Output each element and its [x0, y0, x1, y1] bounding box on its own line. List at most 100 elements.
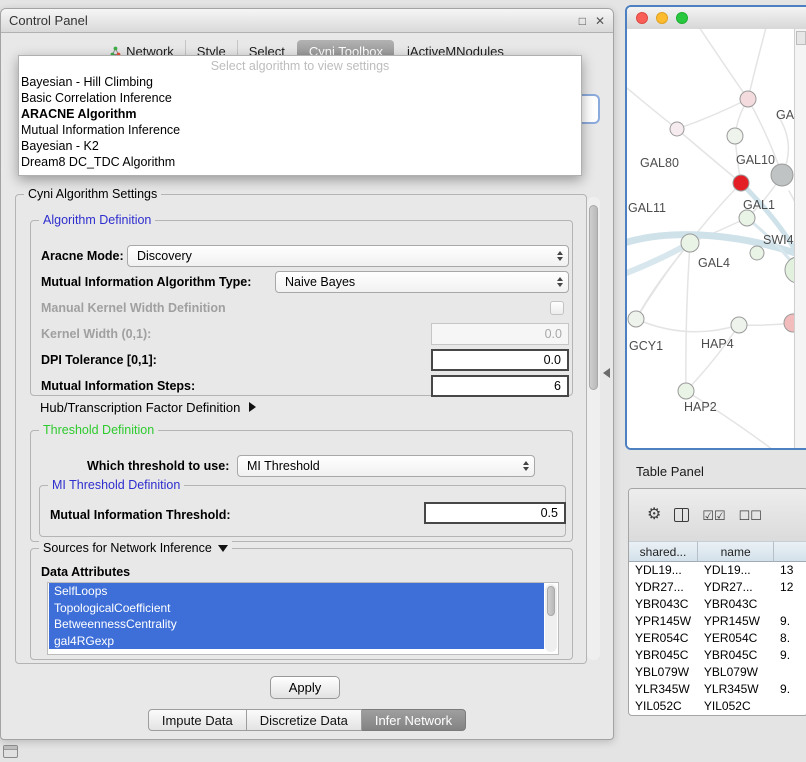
attribute-item-gal4rgexp[interactable]: gal4RGexp: [49, 633, 544, 650]
network-edge[interactable]: [748, 29, 767, 99]
mi-type-label: Mutual Information Algorithm Type:: [41, 271, 251, 293]
table-cell: YBR045C: [698, 647, 774, 664]
deselect-all-icon[interactable]: ☐☐: [739, 509, 762, 522]
column-header-col2[interactable]: [774, 541, 806, 562]
settings-scrollbar-thumb[interactable]: [589, 205, 598, 390]
table-row[interactable]: YBR043CYBR043C: [629, 596, 806, 613]
zoom-window-icon[interactable]: [676, 12, 688, 24]
table-row[interactable]: YLR345WYLR345W9.: [629, 681, 806, 698]
network-node[interactable]: [740, 91, 756, 107]
table-cell: YER054C: [629, 630, 698, 647]
network-canvas[interactable]: GAL8GAL80GAL10GAL11GAL1SWI4GAL4GCY1HAP4Y…: [627, 29, 806, 448]
table-cell: 9.: [774, 647, 806, 664]
close-window-icon[interactable]: ✕: [595, 14, 605, 28]
hub-definition-toggle[interactable]: Hub/Transcription Factor Definition: [40, 398, 256, 416]
attributes-list[interactable]: SelfLoopsTopologicalCoefficientBetweenne…: [47, 582, 559, 655]
splitter-collapse-icon[interactable]: [603, 368, 610, 378]
mi-threshold-label: Mutual Information Threshold:: [50, 504, 231, 526]
table-toolbar: ⚙ ☑☑ ☐☐: [629, 489, 806, 542]
table-cell: [774, 664, 806, 681]
table-row[interactable]: YBL079WYBL079W: [629, 664, 806, 681]
table-header-row: shared...name: [629, 541, 806, 562]
bottom-tab-impute-data[interactable]: Impute Data: [148, 709, 247, 731]
mi-threshold-field[interactable]: 0.5: [424, 502, 566, 524]
network-edge[interactable]: [741, 183, 795, 274]
network-window-titlebar[interactable]: [627, 7, 806, 30]
dropdown-item-list: Bayesian - Hill ClimbingBasic Correlatio…: [19, 74, 581, 170]
aracne-mode-combobox[interactable]: Discovery: [127, 245, 569, 267]
list-scrollbar[interactable]: [545, 584, 557, 652]
network-edge[interactable]: [627, 84, 677, 129]
kernel-width-field[interactable]: 0.0: [431, 323, 569, 345]
network-node[interactable]: [750, 246, 764, 260]
network-edge[interactable]: [636, 319, 739, 332]
kernel-width-label: Kernel Width (0,1):: [41, 323, 151, 345]
bottom-tabstrip: Impute DataDiscretize DataInfer Network: [1, 709, 613, 731]
network-scrollbar-button[interactable]: [796, 31, 806, 45]
float-window-icon[interactable]: □: [579, 14, 586, 28]
minimize-window-icon[interactable]: [656, 12, 668, 24]
sources-group-title: Sources for Network Inference: [43, 541, 212, 555]
column-visibility-icon[interactable]: [674, 508, 689, 522]
table-cell: YBR043C: [629, 596, 698, 613]
table-cell: [774, 596, 806, 613]
table-row[interactable]: YPR145WYPR145W9.: [629, 613, 806, 630]
mi-steps-field[interactable]: 6: [431, 375, 569, 397]
network-node[interactable]: [628, 311, 644, 327]
network-node[interactable]: [727, 128, 743, 144]
algorithm-option-basic-correlation-inference[interactable]: Basic Correlation Inference: [19, 90, 581, 106]
attribute-item-betweennesscentrality[interactable]: BetweennessCentrality: [49, 616, 544, 633]
network-node[interactable]: [670, 122, 684, 136]
apply-button[interactable]: Apply: [270, 676, 340, 699]
column-header-shared[interactable]: shared...: [629, 541, 698, 562]
network-node[interactable]: [678, 383, 694, 399]
network-edge[interactable]: [627, 243, 690, 275]
attribute-item-topologicalcoefficient[interactable]: TopologicalCoefficient: [49, 600, 544, 617]
network-node[interactable]: [771, 164, 793, 186]
table-row[interactable]: YIL052CYIL052C: [629, 698, 806, 715]
settings-scrollbar[interactable]: [587, 197, 600, 660]
network-graph: GAL8GAL80GAL10GAL11GAL1SWI4GAL4GCY1HAP4Y…: [627, 29, 795, 450]
network-node[interactable]: [733, 175, 749, 191]
network-node[interactable]: [739, 210, 755, 226]
manual-kernel-checkbox[interactable]: [550, 301, 564, 315]
table-cell: YPR145W: [698, 613, 774, 630]
table-cell: YDR27...: [629, 579, 698, 596]
gear-icon[interactable]: ⚙: [647, 507, 661, 523]
algorithm-option-bayesian-k2[interactable]: Bayesian - K2: [19, 138, 581, 154]
algorithm-option-bayesian-hill-climbing[interactable]: Bayesian - Hill Climbing: [19, 74, 581, 90]
network-node[interactable]: [731, 317, 747, 333]
sources-group: Sources for Network Inference Data Attri…: [30, 548, 573, 660]
control-panel-titlebar[interactable]: Control Panel □ ✕: [1, 9, 613, 33]
network-scrollbar[interactable]: [794, 29, 806, 448]
algorithm-option-aracne-algorithm[interactable]: ARACNE Algorithm: [19, 106, 581, 122]
bottom-tab-infer-network[interactable]: Infer Network: [362, 709, 466, 731]
node-label: SWI4: [763, 233, 794, 247]
network-edge[interactable]: [697, 29, 748, 99]
list-scrollbar-thumb[interactable]: [547, 586, 555, 616]
network-edge[interactable]: [686, 325, 739, 391]
algorithm-option-mutual-information-inference[interactable]: Mutual Information Inference: [19, 122, 581, 138]
table-row[interactable]: YER054CYER054C8.: [629, 630, 806, 647]
close-window-icon[interactable]: [636, 12, 648, 24]
field-value: 6: [554, 379, 561, 393]
sources-group-toggle[interactable]: Sources for Network Inference: [39, 541, 232, 555]
bottom-tab-discretize-data[interactable]: Discretize Data: [247, 709, 362, 731]
dpi-tolerance-field[interactable]: 0.0: [431, 349, 569, 371]
collapsed-panel-icon[interactable]: [3, 745, 18, 758]
table-row[interactable]: YDR27...YDR27...12: [629, 579, 806, 596]
table-cell: YLR345W: [629, 681, 698, 698]
mi-type-combobox[interactable]: Naive Bayes: [275, 271, 569, 293]
column-header-name[interactable]: name: [698, 541, 774, 562]
network-edge[interactable]: [686, 243, 690, 391]
table-cell: YPR145W: [629, 613, 698, 630]
which-threshold-combobox[interactable]: MI Threshold: [237, 455, 535, 477]
table-cell: 8.: [774, 630, 806, 647]
network-node[interactable]: [681, 234, 699, 252]
select-all-icon[interactable]: ☑☑: [702, 509, 725, 522]
desktop: Control Panel □ ✕ NetworkStyleSelectCyni…: [0, 0, 806, 762]
table-row[interactable]: YBR045CYBR045C9.: [629, 647, 806, 664]
attribute-item-selfloops[interactable]: SelfLoops: [49, 583, 544, 600]
algorithm-option-dream8-dc-tdc-algorithm[interactable]: Dream8 DC_TDC Algorithm: [19, 154, 581, 170]
table-row[interactable]: YDL19...YDL19...13: [629, 562, 806, 579]
